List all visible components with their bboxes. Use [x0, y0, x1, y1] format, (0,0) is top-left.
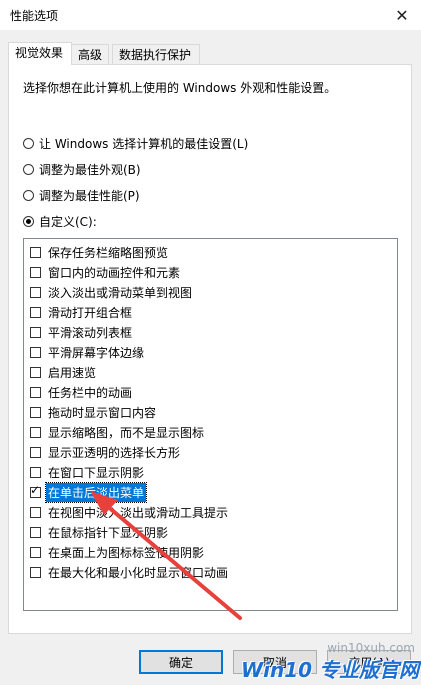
close-icon[interactable]: ✕ [383, 0, 421, 30]
checkbox[interactable] [30, 566, 41, 578]
tab-advanced[interactable]: 高级 [71, 44, 109, 64]
checklist-item-label: 平滑滚动列表框 [48, 325, 133, 340]
checklist-item[interactable]: ✓ 在单击后淡出菜单 [26, 481, 148, 503]
radio-button-checked[interactable] [23, 216, 34, 227]
watermark-brand: Win10 专业版官网 [241, 658, 419, 682]
radio-button[interactable] [23, 190, 34, 201]
checklist-item-label: 滑动打开组合框 [48, 305, 133, 320]
checkbox[interactable] [30, 526, 41, 538]
checklist-item[interactable]: 显示亚透明的选择长方形 [26, 442, 182, 462]
checklist-item-label: 在桌面上为图标标签使用阴影 [48, 545, 205, 560]
radio-button[interactable] [23, 164, 34, 175]
visual-effects-panel: 选择你想在此计算机上使用的 Windows 外观和性能设置。 让 Windows… [8, 64, 412, 634]
window-title: 性能选项 [10, 9, 59, 23]
radio-best-appearance[interactable]: 调整为最佳外观(B) [23, 161, 141, 178]
radio-custom[interactable]: 自定义(C): [23, 213, 97, 230]
radio-button[interactable] [23, 138, 34, 149]
radio-label: 调整为最佳性能(P) [39, 189, 140, 203]
watermark-url: win10xuh.com [327, 641, 415, 655]
checklist-item[interactable]: 窗口内的动画控件和元素 [26, 262, 182, 282]
checkbox-checked[interactable]: ✓ [30, 483, 41, 498]
checklist-item[interactable]: 拖动时显示窗口内容 [26, 402, 158, 422]
checkbox[interactable] [30, 306, 41, 318]
checklist-item[interactable]: 启用速览 [26, 362, 98, 382]
effects-checklist[interactable]: 保存任务栏缩略图预览 窗口内的动画控件和元素 淡入淡出或滑动菜单到视图 滑动打开组合框… [23, 238, 398, 611]
checklist-item-label: 在单击后淡出菜单 [44, 481, 148, 503]
checklist-item[interactable]: 滑动打开组合框 [26, 302, 134, 322]
checkbox[interactable] [30, 546, 41, 558]
checkbox[interactable] [30, 266, 41, 278]
checklist-item[interactable]: 保存任务栏缩略图预览 [26, 242, 170, 262]
checklist-item-label: 拖动时显示窗口内容 [48, 405, 157, 420]
description-text: 选择你想在此计算机上使用的 Windows 外观和性能设置。 [23, 81, 337, 95]
radio-let-windows-choose[interactable]: 让 Windows 选择计算机的最佳设置(L) [23, 135, 248, 152]
checklist-item[interactable]: 在最大化和最小化时显示窗口动画 [26, 562, 230, 582]
radio-label: 调整为最佳外观(B) [39, 163, 141, 177]
checkbox[interactable] [30, 246, 41, 258]
checklist-item-label: 在最大化和最小化时显示窗口动画 [48, 565, 229, 580]
checklist-item-label: 保存任务栏缩略图预览 [48, 245, 169, 260]
checklist-item-label: 淡入淡出或滑动菜单到视图 [48, 285, 193, 300]
checklist-item[interactable]: 在视图中淡入淡出或滑动工具提示 [26, 502, 230, 522]
checklist-item[interactable]: 平滑滚动列表框 [26, 322, 134, 342]
checklist-item[interactable]: 在窗口下显示阴影 [26, 462, 146, 482]
checklist-item[interactable]: 淡入淡出或滑动菜单到视图 [26, 282, 194, 302]
checklist-item[interactable]: 在桌面上为图标标签使用阴影 [26, 542, 206, 562]
checkbox[interactable] [30, 366, 41, 378]
tab-data-execution-prevention[interactable]: 数据执行保护 [112, 44, 200, 64]
checklist-item-label: 窗口内的动画控件和元素 [48, 265, 181, 280]
checkbox[interactable] [30, 406, 41, 418]
checklist-item-label: 显示亚透明的选择长方形 [48, 445, 181, 460]
checklist-item[interactable]: 显示缩略图，而不是显示图标 [26, 422, 206, 442]
checklist-item[interactable]: 任务栏中的动画 [26, 382, 134, 402]
checklist-item-label: 在鼠标指针下显示阴影 [48, 525, 169, 540]
checklist-item-label: 启用速览 [48, 365, 97, 380]
checkbox[interactable] [30, 326, 41, 338]
checklist-item-label: 平滑屏幕字体边缘 [48, 345, 145, 360]
checkbox[interactable] [30, 286, 41, 298]
checkbox[interactable] [30, 446, 41, 458]
dialog-body: 视觉效果 高级 数据执行保护 选择你想在此计算机上使用的 Windows 外观和… [0, 30, 421, 685]
radio-label: 让 Windows 选择计算机的最佳设置(L) [39, 137, 249, 151]
checkbox[interactable] [30, 346, 41, 358]
checkbox[interactable] [30, 386, 41, 398]
checklist-item[interactable]: 在鼠标指针下显示阴影 [26, 522, 170, 542]
checklist-item[interactable]: 平滑屏幕字体边缘 [26, 342, 146, 362]
radio-label: 自定义(C): [39, 215, 97, 229]
checklist-item-label: 显示缩略图，而不是显示图标 [48, 425, 205, 440]
radio-best-performance[interactable]: 调整为最佳性能(P) [23, 187, 140, 204]
checkbox[interactable] [30, 426, 41, 438]
checklist-item-label: 在窗口下显示阴影 [48, 465, 145, 480]
checkbox[interactable] [30, 506, 41, 518]
ok-button[interactable]: 确定 [139, 650, 223, 674]
tab-visual-effects[interactable]: 视觉效果 [8, 42, 72, 65]
checklist-item-label: 任务栏中的动画 [48, 385, 133, 400]
checkbox[interactable] [30, 466, 41, 478]
checklist-item-label: 在视图中淡入淡出或滑动工具提示 [48, 505, 229, 520]
title-bar: 性能选项 ✕ [0, 0, 421, 30]
checkmark-icon: ✓ [30, 482, 41, 497]
